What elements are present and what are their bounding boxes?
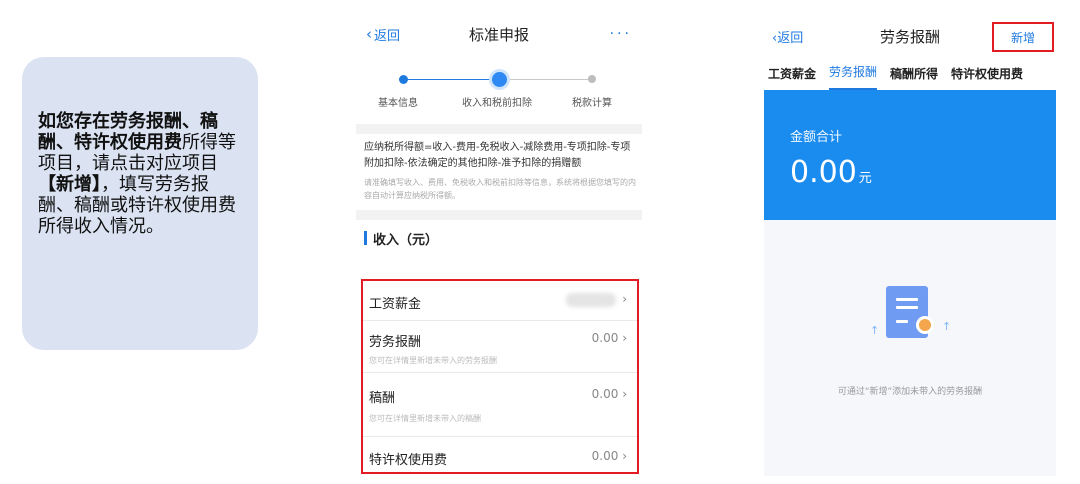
- arrow-up-icon: ↑: [942, 320, 952, 333]
- blurred-amount: [566, 292, 617, 307]
- instruction-card: 如您存在劳务报酬、稿酬、特许权使用费所得等项目，请点击对应项目【新增】，填写劳务…: [22, 57, 258, 350]
- chevron-right-icon: ›: [622, 331, 627, 345]
- income-row-labor[interactable]: 劳务报酬 0.00 › 您可在详情里新增未带入的劳务报酬: [363, 321, 637, 373]
- add-new-button[interactable]: 新增: [992, 22, 1054, 52]
- progress-steps: 基本信息 收入和税前扣除 税款计算: [356, 52, 642, 114]
- doc-line: [896, 320, 908, 323]
- step-dot-3: [588, 75, 596, 83]
- more-button[interactable]: ···: [610, 26, 632, 42]
- step-line-done: [404, 79, 497, 80]
- section-marker: [364, 231, 367, 245]
- tab-labor[interactable]: 劳务报酬: [829, 63, 878, 90]
- instruction-bold-2: 【新增】: [38, 174, 101, 195]
- chevron-right-icon: ›: [622, 449, 627, 463]
- step-label-3: 税款计算: [572, 98, 612, 109]
- income-row-label: 工资薪金: [369, 297, 422, 312]
- income-list-highlight: 工资薪金 › 劳务报酬 0.00 › 您可在详情里新增未带入的劳务报酬 稿酬 0…: [361, 279, 639, 474]
- doc-line: [896, 306, 918, 309]
- formula-block: 应纳税所得额=收入-费用-免税收入-减除费用-专项扣除-专项附加扣除-依法确定的…: [356, 134, 642, 210]
- instruction-text: 如您存在劳务报酬、稿酬、特许权使用费所得等项目，请点击对应项目【新增】，填写劳务…: [38, 111, 244, 237]
- income-row-label: 特许权使用费: [369, 453, 448, 468]
- total-unit: 元: [858, 171, 872, 186]
- standard-declaration-screen: ‹ 返回 标准申报 ··· 基本信息 收入和税前扣除 税款计算 应纳税所得额=收…: [356, 16, 642, 476]
- income-row-royalty[interactable]: 稿酬 0.00 › 您可在详情里新增未带入的稿酬: [363, 373, 637, 437]
- nav-bar: ‹返回 劳务报酬 新增: [764, 16, 1056, 56]
- formula-text: 应纳税所得额=收入-费用-免税收入-减除费用-专项扣除-专项附加扣除-依法确定的…: [364, 142, 631, 169]
- empty-state: ↑ ↑ 可通过“新增”添加未带入的劳务报酬: [764, 220, 1056, 476]
- income-row-label: 劳务报酬: [369, 335, 422, 350]
- tab-salary[interactable]: 工资薪金: [768, 65, 816, 90]
- labor-remuneration-screen: ‹返回 劳务报酬 新增 工资薪金 劳务报酬 稿酬所得 特许权使用费 金额合计 0…: [764, 16, 1056, 476]
- income-section-title: 收入（元）: [373, 232, 439, 248]
- step-label-2: 收入和税前扣除: [462, 98, 532, 109]
- income-row-value: 0.00 ›: [591, 331, 627, 345]
- income-section-header: 收入（元）: [356, 220, 642, 256]
- total-amount: 0.00 元: [790, 155, 872, 190]
- chevron-right-icon: ›: [622, 292, 627, 306]
- income-row-hint: 您可在详情里新增未带入的稿酬: [369, 414, 481, 423]
- income-row-value: 0.00 ›: [591, 449, 627, 463]
- income-row-label: 稿酬: [369, 391, 396, 406]
- income-row-franchise[interactable]: 特许权使用费 0.00 ›: [363, 437, 637, 473]
- empty-message: 可通过“新增”添加未带入的劳务报酬: [837, 387, 983, 397]
- step-line-pending: [503, 79, 591, 80]
- arrow-up-icon: ↑: [870, 324, 880, 337]
- doc-line: [896, 298, 918, 301]
- tab-royalty[interactable]: 稿酬所得: [890, 65, 938, 90]
- back-label: 返回: [374, 28, 401, 44]
- income-type-tabs: 工资薪金 劳务报酬 稿酬所得 特许权使用费: [764, 56, 1056, 90]
- back-button[interactable]: ‹ 返回: [366, 25, 400, 44]
- tab-franchise[interactable]: 特许权使用费: [951, 65, 1023, 90]
- step-label-1: 基本信息: [378, 98, 418, 109]
- badge-icon: [916, 316, 934, 334]
- back-button[interactable]: ‹返回: [772, 27, 803, 46]
- income-row-value: 0.00 ›: [591, 387, 627, 401]
- step-dot-1: [399, 75, 408, 84]
- total-panel: 金额合计 0.00 元: [764, 90, 1056, 220]
- income-row-value: ›: [566, 292, 627, 307]
- nav-bar: ‹ 返回 标准申报 ···: [356, 16, 642, 52]
- total-label: 金额合计: [790, 130, 843, 145]
- chevron-right-icon: ›: [622, 387, 627, 401]
- income-row-hint: 您可在详情里新增未带入的劳务报酬: [369, 356, 497, 365]
- formula-note: 请准确填写收入、费用、免税收入和税前扣除等信息，系统将根据您填写的内容自动计算应…: [364, 178, 636, 200]
- income-row-salary[interactable]: 工资薪金 ›: [363, 281, 637, 321]
- divider: [356, 210, 642, 220]
- step-dot-2-current: [492, 72, 507, 87]
- divider: [356, 124, 642, 134]
- chevron-left-icon: ‹: [366, 25, 372, 43]
- back-label: 返回: [777, 30, 804, 46]
